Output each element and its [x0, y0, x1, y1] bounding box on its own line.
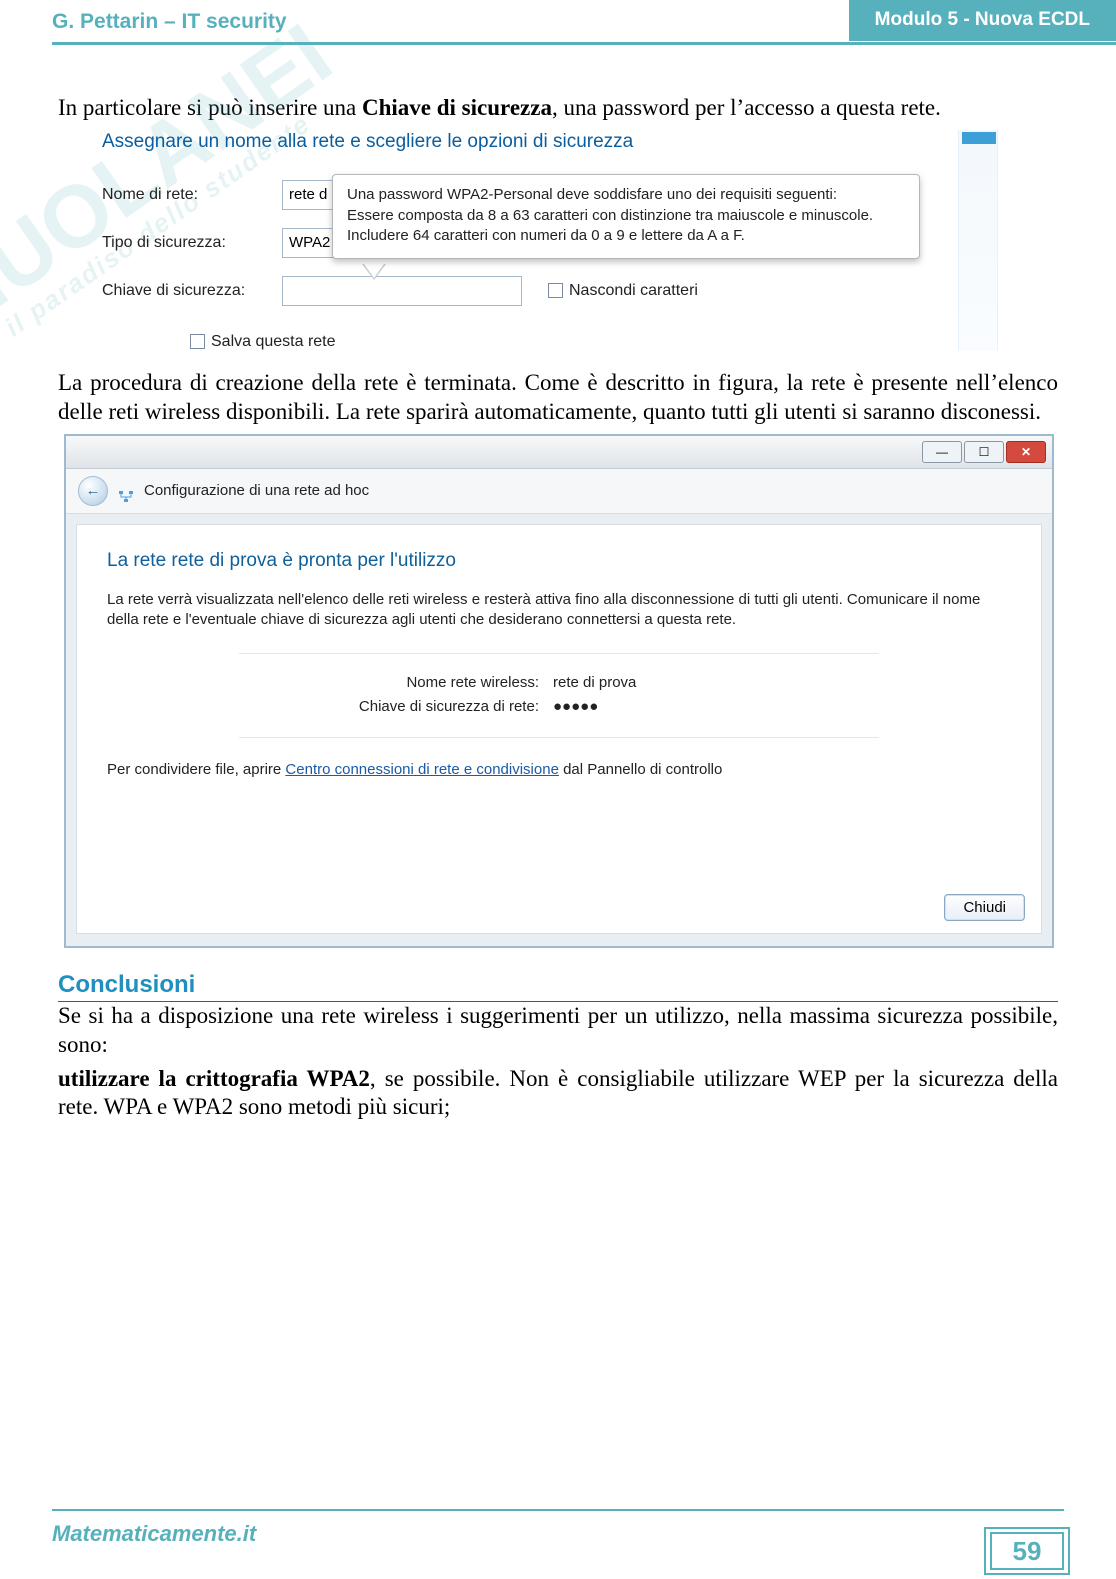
panel-title: Assegnare un nome alla rete e scegliere …	[102, 130, 1008, 153]
nav-title: Configurazione di una rete ad hoc	[144, 482, 369, 500]
screenshot-network-options: Assegnare un nome alla rete e scegliere …	[102, 130, 1008, 351]
close-button[interactable]: Chiudi	[944, 894, 1025, 921]
footer-rule	[52, 1509, 1064, 1511]
label-net-security-key: Chiave di sicurezza di rete:	[239, 698, 539, 716]
window-title-bar: — ☐ ✕	[66, 436, 1052, 469]
label-security-type: Tipo di sicurezza:	[102, 233, 272, 253]
tooltip-password-rules: Una password WPA2-Personal deve soddisfa…	[332, 174, 920, 259]
tooltip-tail-icon	[362, 264, 386, 280]
paragraph-intro: In particolare si può inserire una Chiav…	[58, 94, 1058, 122]
input-security-key[interactable]	[282, 276, 522, 306]
checkbox-save-network[interactable]	[190, 334, 205, 349]
arrow-left-icon: ←	[86, 482, 101, 500]
window-minimize-button[interactable]: —	[922, 441, 962, 463]
value-net-security-key: ●●●●●	[553, 698, 879, 716]
network-summary-block: Nome rete wireless: rete di prova Chiave…	[239, 653, 879, 738]
ready-heading: La rete rete di prova è pronta per l'uti…	[107, 549, 1011, 572]
label-network-name: Nome di rete:	[102, 185, 272, 205]
label-security-key: Chiave di sicurezza:	[102, 281, 272, 301]
page-header: G. Pettarin – IT security Modulo 5 - Nuo…	[0, 0, 1116, 50]
label-hide-chars: Nascondi caratteri	[569, 281, 698, 301]
network-icon	[118, 483, 134, 499]
page-number: 59	[990, 1532, 1064, 1570]
screenshot-adhoc-ready: — ☐ ✕ ← Configurazione di una rete ad ho…	[64, 434, 1054, 948]
header-rule	[52, 42, 1116, 45]
label-wireless-name: Nome rete wireless:	[239, 674, 539, 692]
checkbox-hide-chars[interactable]	[548, 283, 563, 298]
page-number-box: 59	[984, 1527, 1070, 1575]
page-footer: Matematicamente.it 59	[0, 1509, 1116, 1579]
footer-brand: Matematicamente.it	[52, 1521, 256, 1547]
ready-description: La rete verrà visualizzata nell'elenco d…	[107, 590, 1011, 631]
label-save-network: Salva questa rete	[211, 332, 336, 352]
scrollbar-decor	[958, 130, 998, 351]
title-stripe	[962, 132, 996, 144]
link-network-sharing-center[interactable]: Centro connessioni di rete e condivision…	[285, 761, 559, 778]
window-maximize-button[interactable]: ☐	[964, 441, 1004, 463]
conclusion-bullet-1: utilizzare la crittografia WPA2, se poss…	[58, 1065, 1058, 1122]
paragraph-procedure-done: La procedura di creazione della rete è t…	[58, 369, 1058, 426]
conclusion-intro: Se si ha a disposizione una rete wireles…	[58, 1002, 1058, 1059]
window-nav-bar: ← Configurazione di una rete ad hoc	[66, 469, 1052, 514]
header-author: G. Pettarin – IT security	[52, 10, 287, 34]
window-close-button[interactable]: ✕	[1006, 441, 1046, 463]
heading-conclusioni: Conclusioni	[58, 970, 1058, 1003]
back-button[interactable]: ←	[78, 476, 108, 506]
share-files-line: Per condividere file, aprire Centro conn…	[107, 760, 1011, 780]
header-module-tab: Modulo 5 - Nuova ECDL	[849, 0, 1116, 41]
value-wireless-name: rete di prova	[553, 674, 879, 692]
